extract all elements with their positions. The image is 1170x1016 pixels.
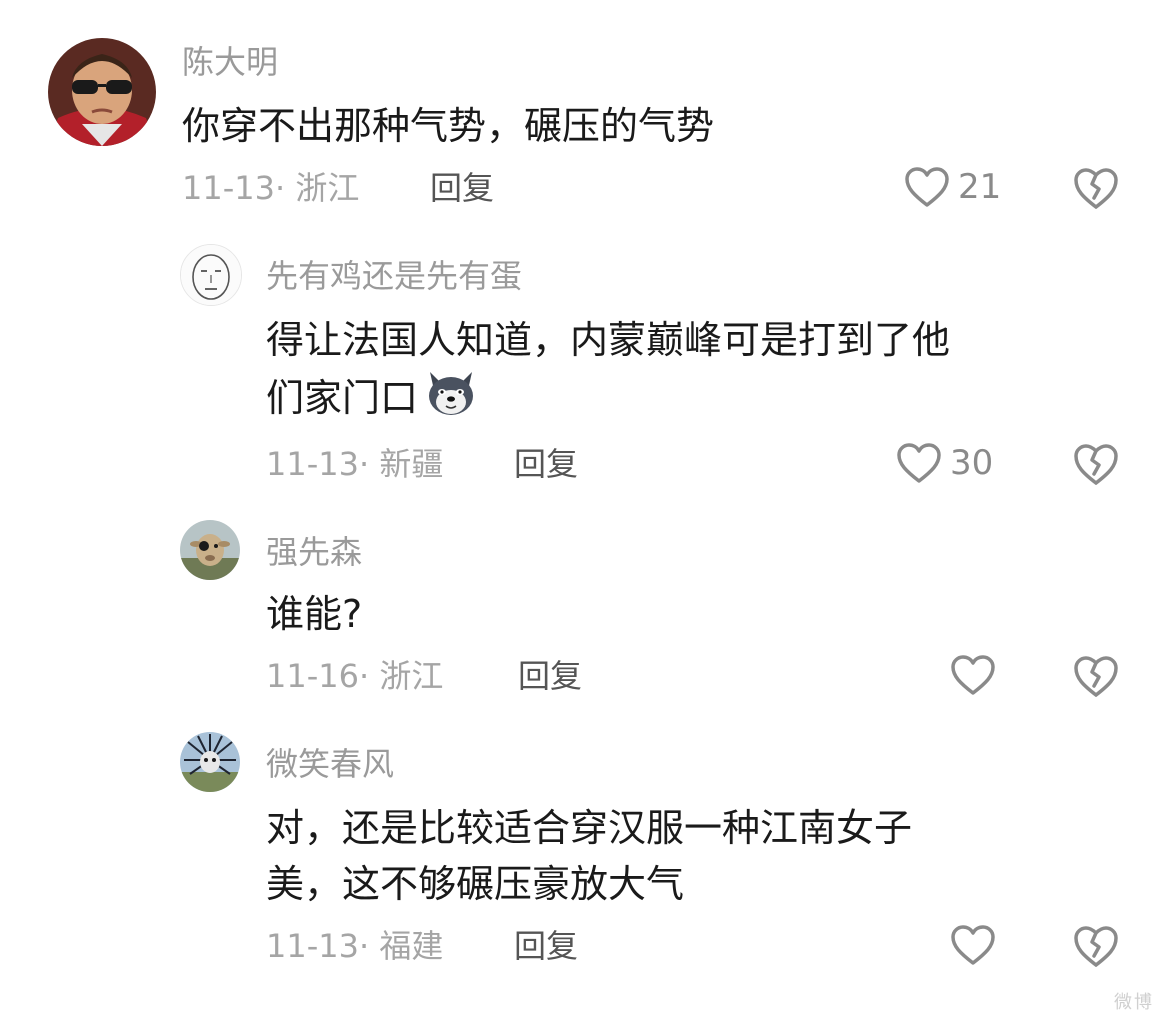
avatar[interactable]	[180, 732, 240, 792]
heart-icon	[950, 924, 996, 966]
husky-dog-emoji-icon	[424, 368, 478, 433]
comment-text-line: 你穿不出那种气势，碾压的气势	[182, 104, 715, 148]
comment-meta: 11-13· 新疆	[266, 444, 443, 484]
avatar[interactable]	[180, 520, 240, 580]
comment-date: 11-13	[266, 445, 359, 483]
meta-separator: ·	[358, 927, 380, 965]
comment-text: 得让法国人知道，内蒙巅峰可是打到了他 们家门口	[266, 312, 950, 433]
sunglasses-boy-avatar-icon	[48, 38, 156, 146]
reply-button[interactable]: 回复	[514, 926, 578, 966]
dislike-button[interactable]	[1072, 442, 1120, 486]
avatar[interactable]	[180, 244, 242, 306]
comment-date: 11-13	[182, 169, 275, 207]
avatar[interactable]	[48, 38, 156, 146]
dislike-button[interactable]	[1072, 654, 1120, 698]
comment-username[interactable]: 陈大明	[182, 42, 278, 82]
comment-text: 对，还是比较适合穿汉服一种江南女子 美，这不够碾压豪放大气	[266, 800, 912, 912]
comment-text: 你穿不出那种气势，碾压的气势	[182, 98, 714, 154]
comment-text: 谁能?	[266, 586, 362, 642]
like-button[interactable]: 21	[904, 166, 1001, 208]
comment-text-line: 得让法国人知道，内蒙巅峰可是打到了他	[266, 318, 951, 362]
comment-meta: 11-13· 浙江	[182, 168, 359, 208]
comment-date: 11-13	[266, 927, 359, 965]
dislike-button[interactable]	[1072, 924, 1120, 968]
broken-heart-icon	[1074, 168, 1118, 209]
meta-separator: ·	[358, 445, 380, 483]
dislike-button[interactable]	[1072, 166, 1120, 210]
comment-meta: 11-13· 福建	[266, 926, 443, 966]
reply-button[interactable]: 回复	[518, 656, 582, 696]
sheep-avatar-icon	[180, 520, 240, 580]
comment-location: 福建	[379, 927, 444, 965]
like-count: 30	[950, 443, 994, 483]
like-count: 21	[958, 167, 1002, 207]
like-button[interactable]: 30	[896, 442, 993, 484]
broken-heart-icon	[1074, 656, 1118, 697]
meta-separator: ·	[274, 169, 296, 207]
comment-username[interactable]: 先有鸡还是先有蛋	[266, 256, 522, 296]
comment-text-line: 对，还是比较适合穿汉服一种江南女子	[266, 806, 913, 850]
broken-heart-icon	[1074, 926, 1118, 967]
comment-location: 浙江	[295, 169, 360, 207]
comment-location: 浙江	[379, 657, 444, 695]
heart-icon	[896, 442, 942, 484]
heart-icon	[904, 166, 950, 208]
like-button[interactable]	[950, 654, 1004, 696]
like-button[interactable]	[950, 924, 1004, 966]
comment-date: 11-16	[266, 657, 359, 695]
comment-text-line: 美，这不够碾压豪放大气	[266, 862, 685, 906]
reply-button[interactable]: 回复	[514, 444, 578, 484]
meme-face-avatar-icon	[181, 245, 241, 305]
heart-icon	[950, 654, 996, 696]
reply-button[interactable]: 回复	[430, 168, 494, 208]
broken-heart-icon	[1074, 444, 1118, 485]
comment-meta: 11-16· 浙江	[266, 656, 443, 696]
comment-text-line: 们家门口	[266, 376, 419, 420]
comment-text-line-with-emoji: 们家门口	[266, 368, 950, 433]
comment-username[interactable]: 强先森	[266, 532, 362, 572]
comment-username[interactable]: 微笑春风	[266, 744, 394, 784]
meta-separator: ·	[358, 657, 380, 695]
comment-location: 新疆	[379, 445, 444, 483]
spiky-character-avatar-icon	[180, 732, 240, 792]
watermark: 微博	[1114, 992, 1154, 1013]
comment-text-line: 谁能?	[266, 592, 363, 636]
